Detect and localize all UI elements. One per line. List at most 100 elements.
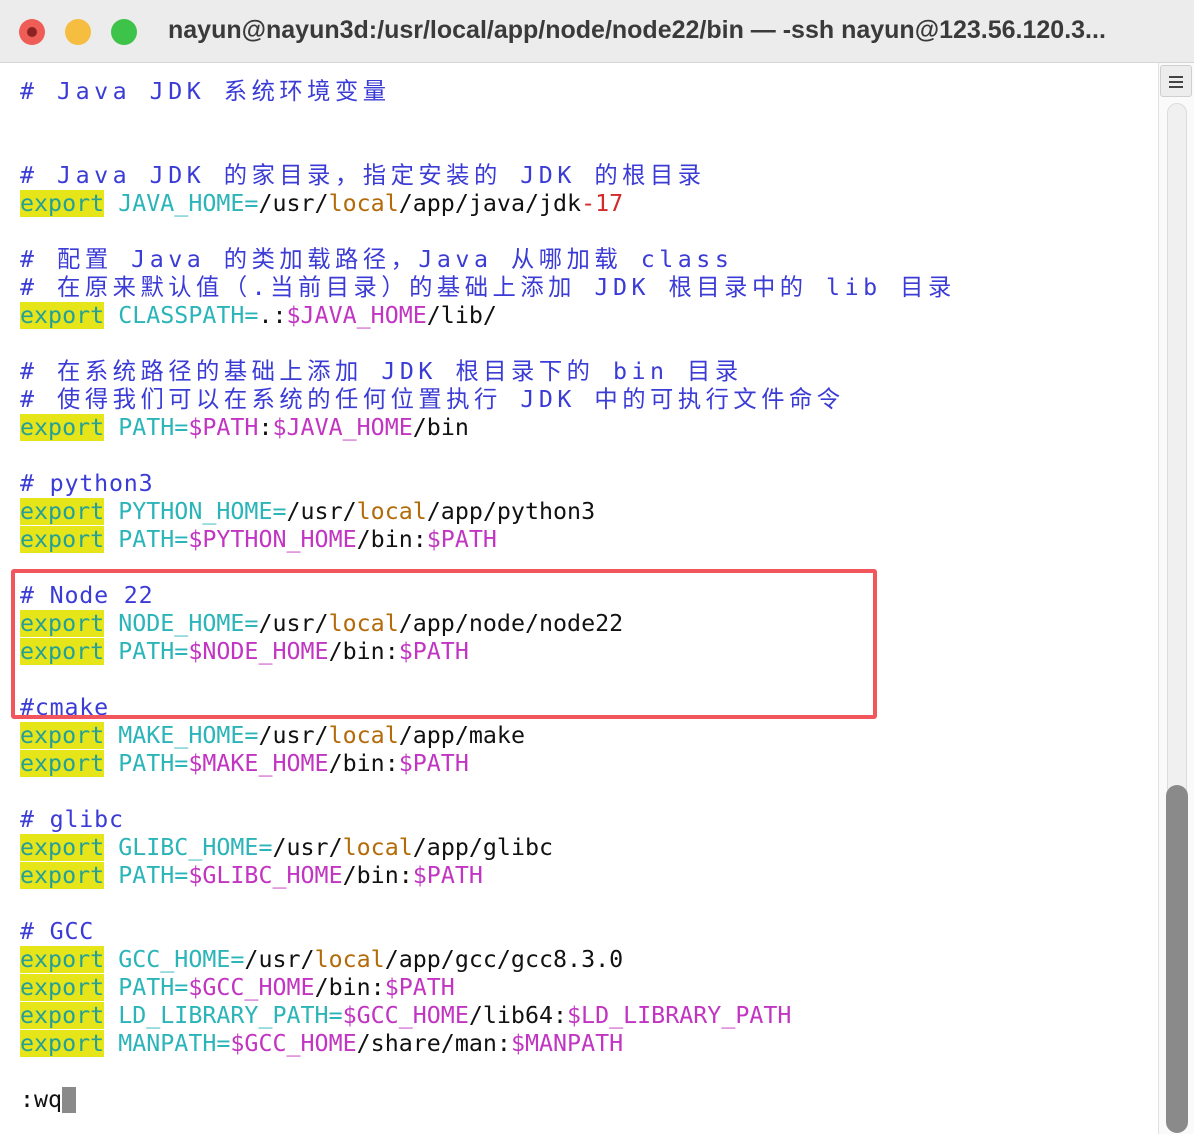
code-text: /app/java/jdk <box>398 190 582 217</box>
code-line: export MANPATH=$GCC_HOME/share/man:$MANP… <box>20 1030 956 1058</box>
scroll-thumb[interactable] <box>1166 785 1188 1133</box>
code-line: export JAVA_HOME=/usr/local/app/java/jdk… <box>20 190 956 218</box>
export-keyword: export <box>20 1030 105 1057</box>
code-text: /usr/ <box>286 498 357 525</box>
code-line: export PATH=$PATH:$JAVA_HOME/bin <box>20 414 956 442</box>
code-text: /usr/ <box>272 834 343 861</box>
code-line: export PATH=$PYTHON_HOME/bin:$PATH <box>20 526 956 554</box>
terminal-window: nayun@nayun3d:/usr/local/app/node/node22… <box>0 0 1194 1134</box>
variable-name: JAVA_HOME= <box>118 190 259 217</box>
variable-name: CLASSPATH= <box>118 302 259 329</box>
export-keyword: export <box>20 722 105 749</box>
code-text: /bin: <box>328 750 399 777</box>
zoom-button[interactable] <box>111 19 137 45</box>
code-text: /bin: <box>314 974 385 1001</box>
code-text: /usr/ <box>258 190 329 217</box>
export-keyword: export <box>20 498 105 525</box>
comment-text: # GCC <box>20 918 95 945</box>
variable-reference: $LD_LIBRARY_PATH <box>567 1002 792 1029</box>
variable-reference: $MANPATH <box>510 1030 624 1057</box>
variable-reference: $PATH <box>384 974 455 1001</box>
minimize-button[interactable] <box>65 19 91 45</box>
export-keyword: export <box>20 974 105 1001</box>
variable-reference: $GCC_HOME <box>342 1002 469 1029</box>
close-button[interactable] <box>19 19 45 45</box>
comment-line: # 配置 Java 的类加载路径，Java 从哪加载 class <box>20 246 956 274</box>
variable-reference: $JAVA_HOME <box>286 302 427 329</box>
code-line: export MAKE_HOME=/usr/local/app/make <box>20 722 956 750</box>
export-keyword: export <box>20 1002 105 1029</box>
code-text: /app/make <box>398 722 525 749</box>
comment-line: # 在系统路径的基础上添加 JDK 根目录下的 bin 目录 <box>20 358 956 386</box>
comment-text: # Java JDK 系统环境变量 <box>20 78 391 105</box>
path-local: local <box>328 722 399 749</box>
path-local: local <box>356 498 427 525</box>
comment-text: # 在系统路径的基础上添加 JDK 根目录下的 bin 目录 <box>20 358 743 385</box>
export-keyword: export <box>20 190 105 217</box>
variable-name: PATH= <box>118 526 189 553</box>
vim-command-text: :wq <box>20 1086 63 1113</box>
code-text: /lib64: <box>468 1002 568 1029</box>
variable-name: LD_LIBRARY_PATH= <box>118 1002 343 1029</box>
comment-line: # glibc <box>20 806 956 834</box>
code-line: export CLASSPATH=.:$JAVA_HOME/lib/ <box>20 302 956 330</box>
variable-reference: $PATH <box>426 526 497 553</box>
comment-line: # python3 <box>20 470 956 498</box>
variable-name: PYTHON_HOME= <box>118 498 287 525</box>
comment-text: # 使得我们可以在系统的任何位置执行 JDK 中的可执行文件命令 <box>20 386 845 413</box>
path-local: local <box>314 946 385 973</box>
variable-name: PATH= <box>118 414 189 441</box>
variable-name: MANPATH= <box>118 1030 231 1057</box>
variable-reference: $PYTHON_HOME <box>188 526 357 553</box>
export-keyword: export <box>20 302 105 329</box>
comment-line: # 在原来默认值（.当前目录）的基础上添加 JDK 根目录中的 lib 目录 <box>20 274 956 302</box>
variable-name: GLIBC_HOME= <box>118 834 273 861</box>
variable-reference: $GLIBC_HOME <box>188 862 343 889</box>
variable-reference: $MAKE_HOME <box>188 750 329 777</box>
export-keyword: export <box>20 834 105 861</box>
code-line: export PYTHON_HOME=/usr/local/app/python… <box>20 498 956 526</box>
code-line: export LD_LIBRARY_PATH=$GCC_HOME/lib64:$… <box>20 1002 956 1030</box>
code-text: : <box>258 414 273 441</box>
variable-name: GCC_HOME= <box>118 946 245 973</box>
comment-line: # Java JDK 系统环境变量 <box>20 78 956 106</box>
comment-line: # GCC <box>20 918 956 946</box>
code-line: export GLIBC_HOME=/usr/local/app/glibc <box>20 834 956 862</box>
code-text: .: <box>258 302 287 329</box>
text-cursor <box>62 1087 77 1113</box>
comment-text: # 配置 Java 的类加载路径，Java 从哪加载 class <box>20 246 734 273</box>
version-number: -17 <box>581 190 624 217</box>
vim-command-line: :wq <box>20 1086 956 1114</box>
variable-reference: $GCC_HOME <box>188 974 315 1001</box>
variable-reference: $GCC_HOME <box>230 1030 357 1057</box>
title-bar: nayun@nayun3d:/usr/local/app/node/node22… <box>0 0 1194 63</box>
scroll-menu-button[interactable] <box>1160 65 1192 97</box>
scrollbar[interactable] <box>1158 63 1194 1134</box>
variable-name: PATH= <box>118 750 189 777</box>
comment-line: # 使得我们可以在系统的任何位置执行 JDK 中的可执行文件命令 <box>20 386 956 414</box>
code-text: /lib/ <box>426 302 497 329</box>
code-text: /share/man: <box>356 1030 511 1057</box>
code-text: /usr/ <box>258 722 329 749</box>
variable-reference: $PATH <box>188 414 259 441</box>
export-keyword: export <box>20 946 105 973</box>
path-local: local <box>328 190 399 217</box>
